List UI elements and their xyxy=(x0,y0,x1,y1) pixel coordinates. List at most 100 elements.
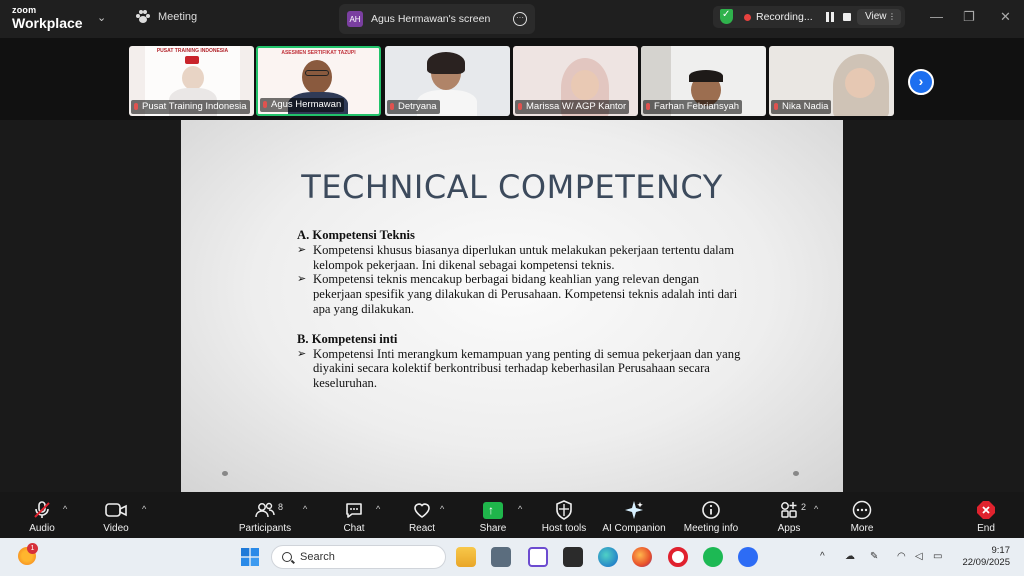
shared-screen-pill[interactable]: AH Agus Hermawan's screen ··· xyxy=(339,4,535,34)
recording-status: Recording... View ⋮ xyxy=(713,6,905,28)
chat-icon xyxy=(346,503,362,518)
participant-tile[interactable]: PUSAT TRAINING INDONESIA Pusat Training … xyxy=(129,46,254,116)
more-label: More xyxy=(850,523,874,534)
next-participants-button[interactable]: › xyxy=(908,69,934,95)
windows-start-icon[interactable] xyxy=(241,548,259,566)
more-options-icon[interactable]: ··· xyxy=(513,12,527,26)
apps-count: 2 xyxy=(801,502,807,512)
meeting-label: Meeting xyxy=(158,10,198,23)
paw-icon xyxy=(136,10,150,23)
battery-icon[interactable]: ▭ xyxy=(933,551,942,562)
participant-tile[interactable]: Marissa W/ AGP Kantor xyxy=(513,46,638,116)
participants-label: Participants xyxy=(238,523,292,534)
clock-time: 9:17 xyxy=(991,545,1011,556)
more-button[interactable]: More xyxy=(846,492,878,538)
shared-slide: TECHNICAL COMPETENCY A. Kompetensi Tekni… xyxy=(181,120,843,492)
share-screen-icon: ↑ xyxy=(483,501,503,519)
more-icon xyxy=(852,500,872,520)
wifi-icon[interactable]: ◠ xyxy=(897,551,906,562)
bullet-item: Kompetensi Inti merangkum kemampuan yang… xyxy=(297,347,747,391)
chevron-up-icon[interactable]: ^ xyxy=(820,551,825,562)
slide-nav-dot xyxy=(222,471,228,476)
system-clock[interactable]: 9:17 22/09/2025 xyxy=(962,545,1010,569)
bullet-item: Kompetensi khusus biasanya diperlukan un… xyxy=(297,243,747,273)
bullet-item: Kompetensi teknis mencakup berbagai bida… xyxy=(297,272,747,316)
chevron-up-icon[interactable]: ^ xyxy=(303,504,307,514)
apps-button[interactable]: Apps xyxy=(773,492,805,538)
close-icon[interactable]: ✕ xyxy=(1000,9,1011,25)
chevron-up-icon[interactable]: ^ xyxy=(376,504,380,514)
calculator-icon[interactable] xyxy=(491,547,511,567)
chat-label: Chat xyxy=(343,523,365,534)
notification-badge: 1 xyxy=(27,543,38,554)
opera-icon[interactable] xyxy=(668,547,688,567)
brand-line1: zoom xyxy=(12,5,37,15)
tile-banner-text: ASESMEN SERTIFIKAT TAZUPI xyxy=(281,50,356,56)
zoom-taskbar-icon[interactable] xyxy=(738,547,758,567)
share-button[interactable]: ↑ Share xyxy=(474,492,512,538)
firefox-icon[interactable] xyxy=(632,547,652,567)
video-button[interactable]: Video xyxy=(98,492,134,538)
slide-body: A. Kompetensi Teknis Kompetensi khusus b… xyxy=(297,228,747,391)
heart-icon xyxy=(414,503,430,518)
slide-nav-dot xyxy=(793,471,799,476)
chat-button[interactable]: Chat xyxy=(336,492,372,538)
sparkle-icon xyxy=(625,501,643,519)
participant-tile[interactable]: Nika Nadia xyxy=(769,46,894,116)
react-button[interactable]: React xyxy=(404,492,440,538)
participant-name: Pusat Training Indonesia xyxy=(131,100,250,114)
zoom-window: zoom Workplace ⌄ Meeting AH Agus Hermawa… xyxy=(0,0,1024,576)
chevron-up-icon[interactable]: ^ xyxy=(814,504,818,514)
end-button[interactable]: End xyxy=(970,492,1002,538)
chevron-up-icon[interactable]: ^ xyxy=(63,504,67,514)
participant-name: Detryana xyxy=(387,100,440,114)
shield-icon xyxy=(556,500,572,520)
zoom-logo[interactable]: zoom Workplace xyxy=(12,5,83,31)
participants-count: 8 xyxy=(278,502,284,512)
participant-name: Nika Nadia xyxy=(771,100,832,114)
people-icon xyxy=(255,502,275,518)
chevron-up-icon[interactable]: ^ xyxy=(518,504,522,514)
participants-button[interactable]: Participants xyxy=(236,492,294,538)
volume-icon[interactable]: ◁ xyxy=(915,551,923,562)
sticky-notes-icon[interactable] xyxy=(563,547,583,567)
chevron-up-icon[interactable]: ^ xyxy=(142,504,146,514)
apps-label: Apps xyxy=(777,523,801,534)
share-label: Share xyxy=(479,523,507,534)
camera-icon xyxy=(105,503,127,517)
meeting-info-button[interactable]: Meeting info xyxy=(680,492,742,538)
ai-companion-button[interactable]: AI Companion xyxy=(600,492,668,538)
minimize-icon[interactable]: — xyxy=(930,9,943,24)
spotify-icon[interactable] xyxy=(703,547,723,567)
audio-label: Audio xyxy=(29,523,55,534)
recording-label: Recording... xyxy=(756,11,813,23)
file-explorer-icon[interactable] xyxy=(456,547,476,567)
stop-recording-button[interactable] xyxy=(843,13,851,21)
snipping-tool-icon[interactable] xyxy=(528,547,548,567)
chevron-up-icon[interactable]: ^ xyxy=(440,504,444,514)
cloud-icon[interactable]: ☁ xyxy=(845,551,855,562)
participant-name: Marissa W/ AGP Kantor xyxy=(515,100,630,114)
restore-icon[interactable]: ❐ xyxy=(963,9,975,25)
slide-title: TECHNICAL COMPETENCY xyxy=(301,168,723,206)
meeting-info-label: Meeting info xyxy=(683,523,739,534)
meeting-menu[interactable]: Meeting xyxy=(136,10,197,23)
view-label: View xyxy=(865,11,887,22)
participant-tile[interactable]: Detryana xyxy=(385,46,510,116)
edge-browser-icon[interactable] xyxy=(598,547,618,567)
participant-tile-active-speaker[interactable]: ASESMEN SERTIFIKAT TAZUPI Agus Hermawan xyxy=(256,46,381,116)
participant-name: Agus Hermawan xyxy=(260,98,345,112)
section-b-heading: B. Kompetensi inti xyxy=(297,331,398,346)
apps-icon xyxy=(781,502,797,518)
audio-button[interactable]: Audio xyxy=(22,492,62,538)
share-stage: TECHNICAL COMPETENCY A. Kompetensi Tekni… xyxy=(0,120,1024,492)
pen-icon[interactable]: ✎ xyxy=(870,551,878,562)
chevron-down-icon[interactable]: ⌄ xyxy=(97,11,106,24)
react-label: React xyxy=(408,523,436,534)
taskbar-search-input[interactable]: Search xyxy=(271,545,446,569)
host-tools-button[interactable]: Host tools xyxy=(538,492,590,538)
pause-recording-button[interactable] xyxy=(826,12,834,22)
host-tools-label: Host tools xyxy=(541,523,587,534)
participant-tile[interactable]: Farhan Febriansyah xyxy=(641,46,766,116)
view-button[interactable]: View ⋮ xyxy=(857,9,901,25)
